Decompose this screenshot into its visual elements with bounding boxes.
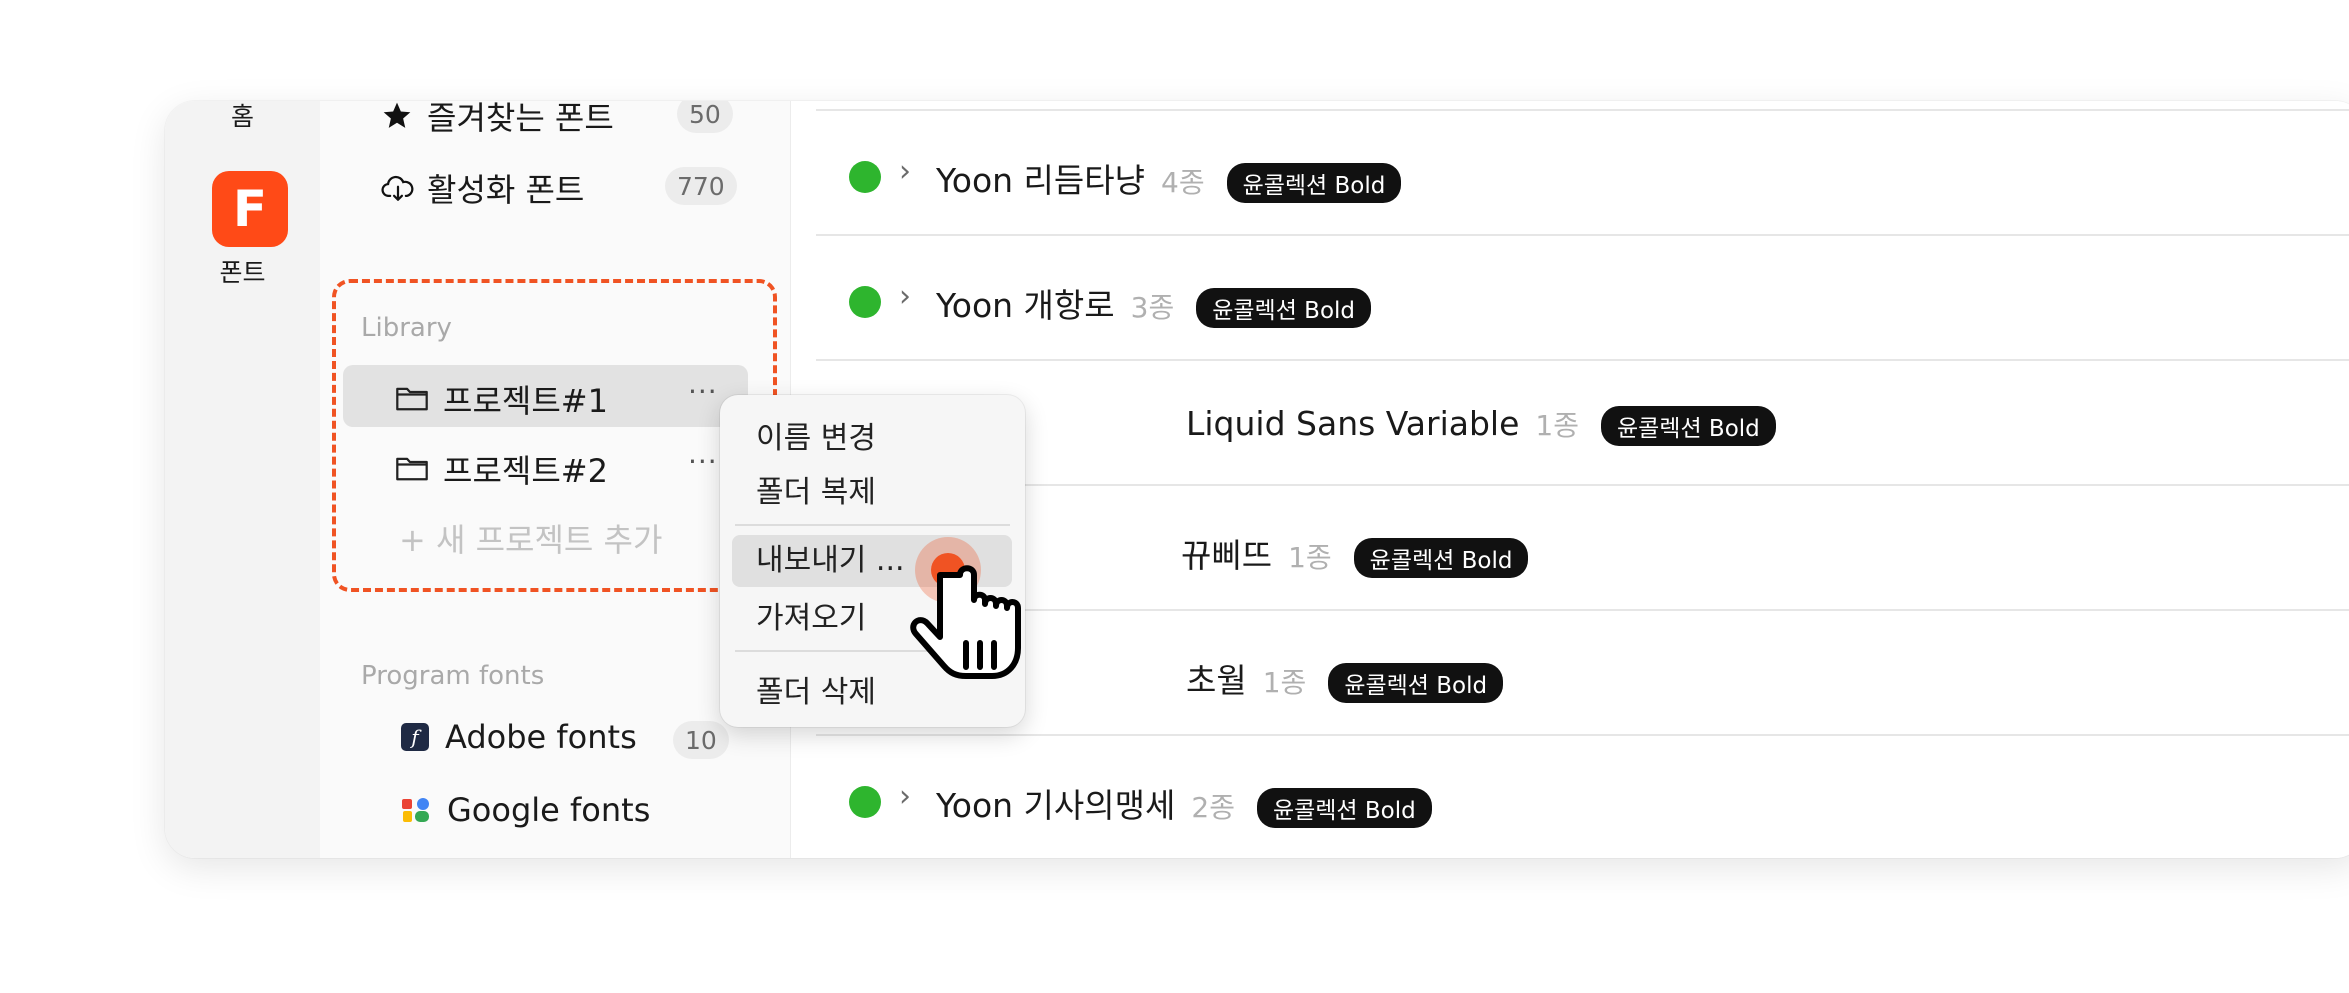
adobe-fonts-label: Adobe fonts: [445, 718, 637, 756]
row-divider: [816, 734, 2349, 736]
adobe-fonts-icon: f: [401, 723, 429, 751]
row-divider: [816, 234, 2349, 236]
sidebar-item-activated[interactable]: 활성화 폰트: [381, 165, 584, 211]
chevron-right-icon[interactable]: ›: [899, 279, 911, 314]
menu-item-rename[interactable]: 이름 변경: [756, 413, 876, 457]
menu-item-duplicate-folder[interactable]: 폴더 복제: [756, 467, 876, 511]
font-row-label: Yoon 개항로 3종 윤콜렉션 Bold: [936, 279, 1372, 328]
font-style-count: 1종: [1262, 666, 1307, 699]
favorites-count: 50: [677, 101, 733, 133]
font-row-label: 초월 1종 윤콜렉션 Bold: [1186, 654, 1504, 703]
font-row-label: Yoon 기사의맹세 2종 윤콜렉션 Bold: [936, 779, 1432, 828]
project-1-more-button[interactable]: ···: [688, 375, 718, 408]
project-2-more-button[interactable]: ···: [688, 445, 718, 478]
font-name: Yoon 리듬타냥: [936, 161, 1145, 200]
font-row-label: Liquid Sans Variable 1종 윤콜렉션 Bold: [1186, 404, 1776, 446]
cloud-download-icon: [381, 175, 414, 201]
project-2-label: 프로젝트#2: [443, 452, 608, 490]
chevron-right-icon[interactable]: ›: [899, 779, 911, 814]
collection-tag: 윤콜렉션 Bold: [1328, 662, 1504, 703]
rail-home-label[interactable]: 홈: [165, 101, 320, 133]
active-status-dot[interactable]: [849, 161, 881, 193]
font-name: Yoon 기사의맹세: [936, 786, 1176, 825]
sidebar-item-favorites[interactable]: 즐겨찾는 폰트: [381, 101, 614, 139]
collection-tag: 윤콜렉션 Bold: [1196, 287, 1372, 328]
favorites-label: 즐겨찾는 폰트: [427, 101, 614, 137]
program-fonts-section-title: Program fonts: [361, 661, 545, 691]
font-style-count: 3종: [1130, 291, 1175, 324]
font-style-count: 4종: [1161, 166, 1205, 199]
fonts-app-icon[interactable]: F: [212, 171, 288, 247]
sidebar-item-project-1[interactable]: 프로젝트#1 ···: [343, 365, 748, 427]
activated-label: 활성화 폰트: [427, 171, 585, 209]
sidebar-item-google-fonts[interactable]: Google fonts: [401, 791, 650, 829]
menu-item-import[interactable]: 가져오기: [756, 593, 866, 637]
hand-pointer-cursor-icon: [910, 537, 1021, 679]
font-row[interactable]: › Yoon 리듬타냥 4종 윤콜렉션 Bold: [791, 121, 2349, 246]
adobe-fonts-count: 10: [673, 721, 729, 759]
font-row-label: 뀨삐뜨 1종 윤콜렉션 Bold: [1181, 529, 1529, 578]
google-fonts-label: Google fonts: [447, 791, 651, 829]
font-style-count: 1종: [1535, 409, 1579, 442]
collection-tag: 윤콜렉션 Bold: [1226, 162, 1402, 203]
font-name: 초월: [1186, 661, 1247, 700]
add-project-button[interactable]: + 새 프로젝트 추가: [399, 515, 662, 561]
font-row[interactable]: › Yoon 개항로 3종 윤콜렉션 Bold: [791, 246, 2349, 371]
active-status-dot[interactable]: [849, 786, 881, 818]
project-1-label: 프로젝트#1: [443, 382, 608, 420]
font-row[interactable]: › Yoon 기사의맹세 2종 윤콜렉션 Bold: [791, 746, 2349, 858]
font-name: 뀨삐뜨: [1181, 536, 1273, 575]
sidebar-item-adobe-fonts[interactable]: f Adobe fonts: [401, 718, 637, 756]
google-fonts-icon: [402, 798, 429, 822]
collection-tag: 윤콜렉션 Bold: [1600, 405, 1776, 446]
star-icon: [383, 102, 411, 128]
menu-item-delete-folder[interactable]: 폴더 삭제: [756, 667, 876, 711]
row-divider: [816, 484, 2349, 486]
font-name: Yoon 개항로: [936, 286, 1115, 325]
font-name: Liquid Sans Variable: [1186, 404, 1520, 443]
app-window: 홈 F 폰트 즐겨찾는 폰트 50 활성화 폰트 770 Library 프로젝…: [165, 101, 2349, 858]
font-style-count: 1종: [1288, 541, 1332, 574]
sidebar-item-project-2[interactable]: 프로젝트#2 ···: [343, 435, 748, 497]
rail-fonts-label[interactable]: 폰트: [165, 253, 320, 289]
font-style-count: 2종: [1191, 791, 1235, 824]
activated-count: 770: [665, 167, 737, 205]
chevron-right-icon[interactable]: ›: [899, 154, 911, 189]
row-divider: [816, 359, 2349, 361]
row-divider: [816, 109, 2349, 111]
folder-icon: [396, 387, 428, 411]
nav-rail: 홈 F 폰트: [165, 101, 320, 858]
library-section-title: Library: [361, 313, 452, 343]
font-row-label: Yoon 리듬타냥 4종 윤콜렉션 Bold: [936, 154, 1402, 203]
folder-icon: [396, 457, 428, 481]
active-status-dot[interactable]: [849, 286, 881, 318]
collection-tag: 윤콜렉션 Bold: [1353, 537, 1529, 578]
collection-tag: 윤콜렉션 Bold: [1256, 787, 1432, 828]
